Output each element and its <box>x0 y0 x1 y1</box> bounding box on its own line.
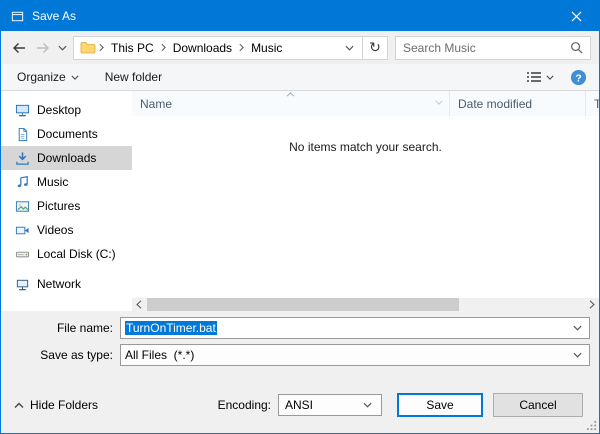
address-bar[interactable]: This PC Downloads Music <box>73 36 363 60</box>
search-icon[interactable] <box>570 41 583 54</box>
scroll-right-icon[interactable] <box>585 298 599 311</box>
sidebar-item-local-disk-c[interactable]: Local Disk (C:) <box>1 242 132 266</box>
file-name-value: TurnOnTimer.bat <box>125 321 217 335</box>
file-fields: File name: TurnOnTimer.bat Save as type:… <box>1 311 599 369</box>
search-placeholder: Search Music <box>403 41 476 55</box>
sidebar-item-label: Local Disk (C:) <box>37 247 116 261</box>
sidebar-item-label: Desktop <box>37 103 81 117</box>
save-button-label: Save <box>426 398 453 412</box>
back-button[interactable] <box>7 36 31 60</box>
sidebar-item-videos[interactable]: Videos <box>1 218 132 242</box>
cancel-button-label: Cancel <box>519 398 556 412</box>
sidebar-item-label: Network <box>37 277 81 291</box>
horizontal-scrollbar[interactable] <box>132 298 599 311</box>
file-list: Name Date modified Type No items match y… <box>132 91 599 311</box>
documents-icon <box>14 126 30 142</box>
titlebar: Save As <box>1 1 599 31</box>
sidebar-item-network[interactable]: Network <box>1 272 132 296</box>
file-name-input[interactable]: TurnOnTimer.bat <box>120 317 590 339</box>
encoding-value: ANSI <box>285 398 313 412</box>
breadcrumb-downloads[interactable]: Downloads <box>169 39 236 57</box>
resize-grip[interactable] <box>586 420 597 431</box>
help-icon: ? <box>570 69 587 86</box>
hide-folders-label: Hide Folders <box>30 398 98 412</box>
encoding-label: Encoding: <box>218 398 278 412</box>
videos-icon <box>14 222 30 238</box>
sidebar-item-downloads[interactable]: Downloads <box>1 146 132 170</box>
views-icon <box>527 71 541 83</box>
window-title: Save As <box>32 9 76 23</box>
column-label: Type <box>594 97 600 111</box>
column-label: Date modified <box>458 97 532 111</box>
chevron-down-icon <box>546 75 554 80</box>
hide-folders-button[interactable]: Hide Folders <box>14 398 98 412</box>
new-folder-button[interactable]: New folder <box>105 70 162 84</box>
sidebar-item-desktop[interactable]: Desktop <box>1 98 132 122</box>
search-input[interactable]: Search Music <box>395 36 591 60</box>
pictures-icon <box>14 198 30 214</box>
scrollbar-thumb[interactable] <box>147 298 459 311</box>
encoding-select[interactable]: ANSI <box>278 394 382 416</box>
organize-label: Organize <box>17 70 66 84</box>
column-header-type[interactable]: Type <box>586 91 600 116</box>
filter-chevron-icon[interactable] <box>435 100 443 105</box>
forward-button[interactable] <box>31 36 55 60</box>
column-header-date-modified[interactable]: Date modified <box>450 91 586 116</box>
content-area: Desktop Documents Downloads Music Pictur… <box>1 91 599 311</box>
address-dropdown-chevron-icon[interactable] <box>337 45 362 51</box>
sidebar-item-label: Videos <box>37 223 73 237</box>
dialog-icon <box>10 9 25 24</box>
empty-message: No items match your search. <box>132 140 599 154</box>
save-as-type-label: Save as type: <box>1 348 120 362</box>
save-as-type-dropdown-icon[interactable] <box>573 352 585 358</box>
svg-text:?: ? <box>575 73 581 84</box>
cancel-button[interactable]: Cancel <box>493 393 583 417</box>
sort-ascending-icon <box>286 92 295 97</box>
footer: Hide Folders Encoding: ANSI Save Cancel <box>1 369 599 433</box>
column-headers: Name Date modified Type <box>132 91 599 116</box>
column-label: Name <box>140 97 172 111</box>
recent-locations-chevron-icon[interactable] <box>55 36 70 60</box>
file-name-dropdown-icon[interactable] <box>573 325 585 331</box>
desktop-icon <box>14 102 30 118</box>
refresh-button[interactable]: ↻ <box>363 36 388 60</box>
save-button[interactable]: Save <box>397 393 483 417</box>
help-button[interactable]: ? <box>570 69 587 86</box>
hard-drive-icon <box>14 246 30 262</box>
new-folder-label: New folder <box>105 70 162 84</box>
sidebar-item-music[interactable]: Music <box>1 170 132 194</box>
network-icon <box>14 276 30 292</box>
scroll-left-icon[interactable] <box>132 298 146 311</box>
breadcrumb-separator-icon[interactable] <box>158 43 169 52</box>
column-header-name[interactable]: Name <box>132 91 450 116</box>
breadcrumb-music[interactable]: Music <box>247 39 286 57</box>
chevron-up-icon <box>14 402 24 409</box>
breadcrumb-this-pc[interactable]: This PC <box>107 39 158 57</box>
navigation-bar: This PC Downloads Music ↻ Search Music <box>1 31 599 64</box>
downloads-icon <box>14 150 30 166</box>
chevron-down-icon <box>71 75 79 80</box>
toolbar: Organize New folder ? <box>1 64 599 91</box>
breadcrumb-separator-icon[interactable] <box>236 43 247 52</box>
sidebar-item-pictures[interactable]: Pictures <box>1 194 132 218</box>
navigation-pane: Desktop Documents Downloads Music Pictur… <box>1 91 132 311</box>
save-as-type-value: All Files (*.*) <box>125 348 194 362</box>
save-as-dialog: Save As This PC Downloads <box>0 0 600 434</box>
folder-icon <box>80 41 96 54</box>
file-name-label: File name: <box>1 321 120 335</box>
encoding-dropdown-icon[interactable] <box>363 402 375 408</box>
close-button[interactable] <box>553 1 599 31</box>
music-icon <box>14 174 30 190</box>
sidebar-item-label: Documents <box>37 127 98 141</box>
save-as-type-select[interactable]: All Files (*.*) <box>120 344 590 366</box>
breadcrumb-separator-icon[interactable] <box>96 43 107 52</box>
views-button[interactable] <box>527 71 554 83</box>
sidebar-item-label: Music <box>37 175 68 189</box>
organize-button[interactable]: Organize <box>17 70 79 84</box>
sidebar-item-documents[interactable]: Documents <box>1 122 132 146</box>
sidebar-item-label: Pictures <box>37 199 80 213</box>
sidebar-item-label: Downloads <box>37 151 96 165</box>
